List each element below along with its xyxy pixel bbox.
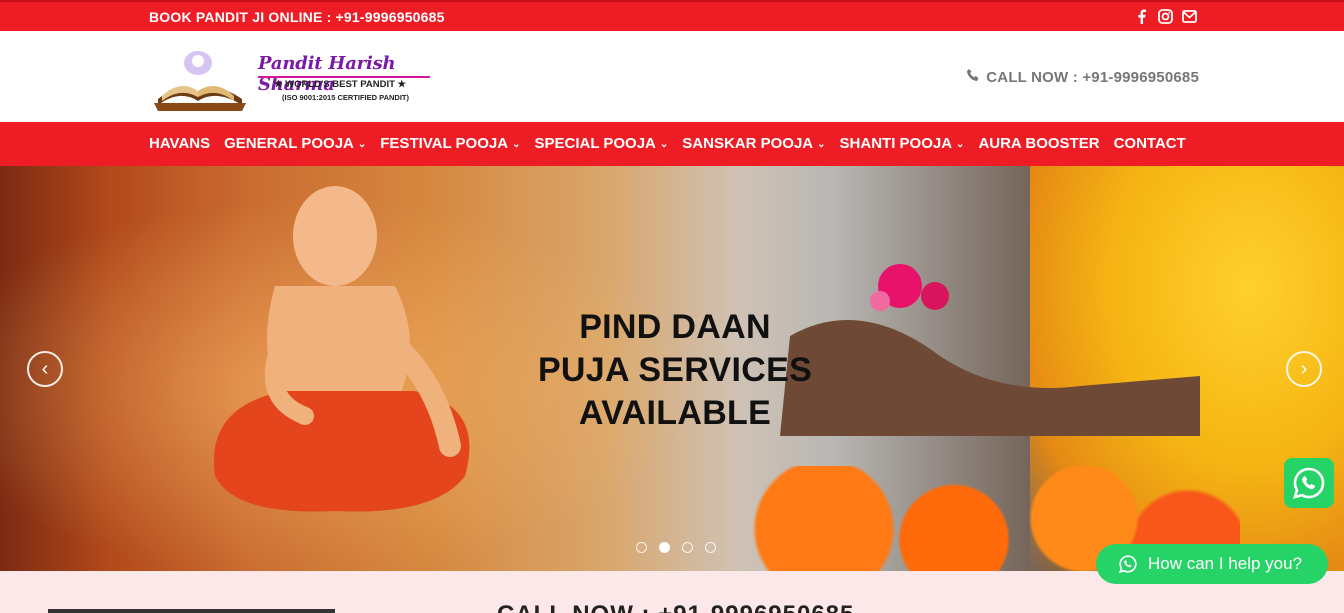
- section-divider: [48, 609, 335, 613]
- nav-item-special-pooja[interactable]: SPECIAL POOJA ⌄: [534, 135, 668, 152]
- book-pandit-text: BOOK PANDIT JI ONLINE : +91-9996950685: [149, 9, 445, 25]
- slider-prev-button[interactable]: ‹: [27, 351, 63, 387]
- whatsapp-button[interactable]: [1284, 458, 1334, 508]
- slider-dot[interactable]: [705, 542, 716, 553]
- nav-item-label: AURA BOOSTER: [978, 135, 1100, 152]
- whatsapp-icon: [1293, 467, 1325, 499]
- nav-item-label: FESTIVAL POOJA: [380, 135, 509, 152]
- whatsapp-chat-button[interactable]: How can I help you?: [1096, 544, 1328, 584]
- nav-item-label: CONTACT: [1113, 135, 1186, 152]
- nav-item-sanskar-pooja[interactable]: SANSKAR POOJA ⌄: [682, 135, 825, 152]
- chevron-down-icon: ⌄: [817, 139, 826, 150]
- logo-underline: [258, 76, 430, 78]
- nav-item-label: SPECIAL POOJA: [534, 135, 656, 152]
- logo-certification: (ISO 9001:2015 CERTIFIED PANDIT): [282, 93, 409, 102]
- hero-headline-line: PIND DAAN: [579, 308, 771, 346]
- slider-dot[interactable]: [636, 542, 647, 553]
- site-logo[interactable]: Pandit Harish Sharma ★ WORLD'S BEST PAND…: [150, 41, 450, 113]
- main-nav: HAVANS GENERAL POOJA ⌄ FESTIVAL POOJA ⌄ SP…: [0, 122, 1344, 166]
- top-bar: BOOK PANDIT JI ONLINE : +91-9996950685: [0, 0, 1344, 31]
- nav-item-label: HAVANS: [149, 135, 211, 152]
- hero-headline: PIND DAAN PUJA SERVICES AVAILABLE: [495, 306, 855, 435]
- nav-item-general-pooja[interactable]: GENERAL POOJA ⌄: [224, 135, 366, 152]
- chevron-down-icon: ⌄: [357, 139, 367, 150]
- nav-item-festival-pooja[interactable]: FESTIVAL POOJA ⌄: [380, 135, 520, 152]
- hero-headline-line: AVAILABLE: [578, 394, 772, 432]
- nav-item-aura-booster[interactable]: AURA BOOSTER: [978, 135, 1099, 152]
- chevron-left-icon: ‹: [41, 357, 49, 380]
- whatsapp-chat-label: How can I help you?: [1148, 554, 1303, 573]
- chevron-down-icon: ⌄: [956, 139, 965, 150]
- nav-item-havans[interactable]: HAVANS: [149, 135, 210, 152]
- nav-item-shanti-pooja[interactable]: SHANTI POOJA ⌄: [840, 135, 965, 152]
- slider-next-button[interactable]: ›: [1286, 351, 1322, 387]
- hero-headline-line: PUJA SERVICES: [537, 351, 813, 389]
- logo-tagline: ★ WORLD'S BEST PANDIT ★: [274, 79, 407, 90]
- envelope-icon[interactable]: [1181, 8, 1197, 24]
- nav-item-label: GENERAL POOJA: [224, 135, 354, 152]
- slider-dot[interactable]: [682, 542, 693, 553]
- slider-dot-active[interactable]: [659, 542, 670, 553]
- chevron-down-icon: ⌄: [512, 139, 521, 150]
- facebook-icon[interactable]: [1133, 8, 1149, 24]
- hero-sage-illustration: [213, 186, 470, 512]
- nav-item-label: SHANTI POOJA: [839, 135, 953, 152]
- section-call-now[interactable]: CALL NOW : +91-9996950685: [497, 601, 854, 613]
- site-header: Pandit Harish Sharma ★ WORLD'S BEST PAND…: [0, 31, 1344, 122]
- nav-item-contact[interactable]: CONTACT: [1114, 135, 1186, 152]
- chevron-down-icon: ⌄: [659, 139, 669, 150]
- chevron-right-icon: ›: [1300, 357, 1308, 380]
- call-now-label: CALL NOW : +91-9996950685: [986, 68, 1199, 86]
- nav-item-label: SANSKAR POOJA: [682, 135, 814, 152]
- hero-slider: PIND DAAN PUJA SERVICES AVAILABLE ‹ ›: [0, 166, 1344, 571]
- header-call-now[interactable]: CALL NOW : +91-9996950685: [966, 68, 1199, 86]
- whatsapp-icon: [1119, 555, 1137, 573]
- slider-dots: [636, 542, 716, 553]
- phone-icon: [966, 68, 980, 86]
- open-book-icon: [154, 51, 246, 111]
- instagram-icon[interactable]: [1157, 8, 1173, 24]
- social-links: [1133, 8, 1197, 24]
- nav-list: HAVANS GENERAL POOJA ⌄ FESTIVAL POOJA ⌄ SP…: [149, 135, 1186, 152]
